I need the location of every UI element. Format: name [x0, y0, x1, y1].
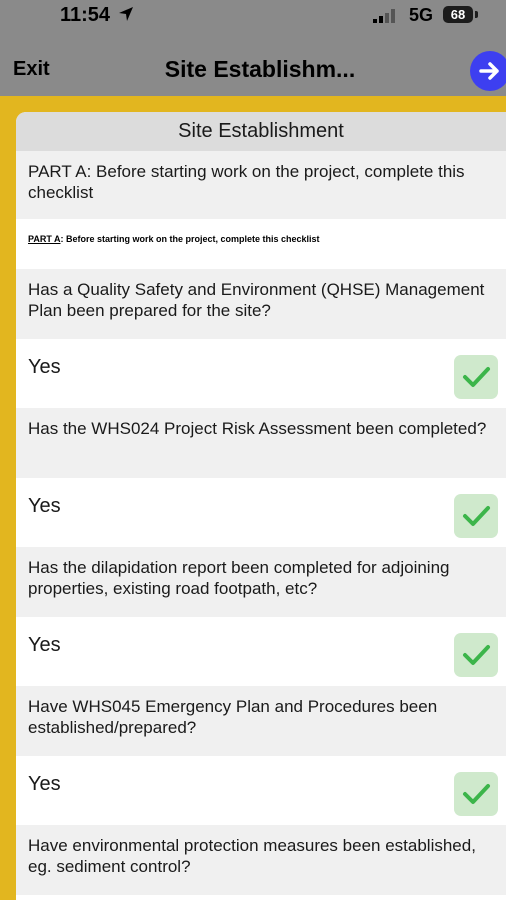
network-type: 5G	[409, 5, 434, 25]
question-5: Have environmental protection measures b…	[16, 825, 506, 895]
location-arrow-icon	[119, 7, 133, 21]
question-2: Has the WHS024 Project Risk Assessment b…	[16, 408, 506, 478]
checkbox-1[interactable]	[454, 355, 498, 399]
answer-3: Yes	[28, 634, 61, 656]
answer-row-4[interactable]: Yes	[16, 756, 506, 825]
checkbox-2[interactable]	[454, 494, 498, 538]
checkmark-icon	[463, 506, 490, 526]
battery-icon: 68	[443, 6, 473, 23]
checkmark-icon	[463, 645, 490, 665]
part-a-lead: PART A	[28, 234, 61, 244]
answer-row-1[interactable]: Yes	[16, 339, 506, 408]
arrow-right-icon	[479, 62, 499, 80]
checklist-panel: Site Establishment PART A: Before starti…	[16, 112, 506, 900]
checkbox-4[interactable]	[454, 772, 498, 816]
answer-2: Yes	[28, 495, 61, 517]
part-a-attachment: PART A: Before starting work on the proj…	[16, 219, 506, 269]
top-bar: 11:54 5G 68 Exit Site Establishm...	[0, 0, 506, 96]
question-4: Have WHS045 Emergency Plan and Procedure…	[16, 686, 506, 756]
checkmark-icon	[463, 367, 490, 387]
page-title: Site Establishm...	[164, 56, 356, 82]
section-header: Site Establishment	[16, 112, 506, 151]
next-button[interactable]	[470, 51, 506, 91]
answer-row-3[interactable]: Yes	[16, 617, 506, 686]
question-3: Has the dilapidation report been complet…	[16, 547, 506, 617]
part-a-rest: : Before starting work on the project, c…	[60, 234, 320, 244]
signal-icon	[373, 9, 395, 23]
answer-row-2[interactable]: Yes	[16, 478, 506, 547]
battery-tip	[475, 11, 478, 18]
question-1: Has a Quality Safety and Environment (QH…	[16, 269, 506, 339]
part-a-prompt: PART A: Before starting work on the proj…	[16, 151, 506, 219]
answer-4: Yes	[28, 773, 61, 795]
checkmark-icon	[463, 784, 490, 804]
answer-1: Yes	[28, 356, 61, 378]
checkbox-3[interactable]	[454, 633, 498, 677]
status-time: 11:54	[60, 4, 111, 26]
